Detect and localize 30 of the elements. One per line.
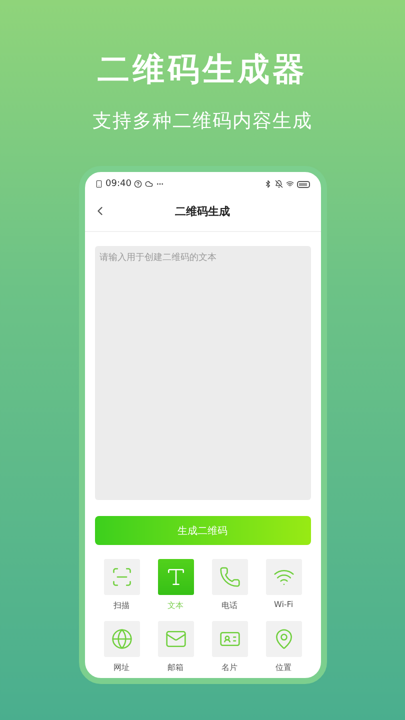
type-option[interactable]: 邮箱 <box>148 621 202 673</box>
type-label: 文本 <box>168 600 184 611</box>
type-label: 名片 <box>222 662 238 673</box>
type-label: 位置 <box>276 662 292 673</box>
battery-icon <box>296 180 310 188</box>
scan-icon <box>110 566 132 588</box>
text-input-field[interactable]: 请输入用于创建二维码的文本 <box>94 246 310 500</box>
phone-icon <box>218 566 240 588</box>
type-option[interactable]: 位置 <box>256 621 310 673</box>
globe-icon <box>110 628 132 650</box>
banner-title: 二维码生成器 <box>98 49 308 90</box>
status-time: 09:40 <box>106 179 132 189</box>
type-label: 网址 <box>114 662 130 673</box>
type-label: 扫描 <box>114 600 130 611</box>
wifi-signal-icon <box>286 180 294 188</box>
type-label: Wi-Fi <box>274 600 294 609</box>
type-option[interactable]: 网址 <box>94 621 148 673</box>
banner-subtitle: 支持多种二维码内容生成 <box>92 109 312 134</box>
phone-status-icon <box>94 180 102 188</box>
bluetooth-icon <box>264 180 272 188</box>
cloud-icon <box>145 180 154 188</box>
type-label: 邮箱 <box>168 662 184 673</box>
mute-icon <box>274 180 282 188</box>
type-option[interactable]: 名片 <box>202 621 256 673</box>
type-option[interactable]: 扫描 <box>94 559 148 611</box>
type-label: 电话 <box>222 600 238 611</box>
nav-title: 二维码生成 <box>174 204 231 218</box>
type-option[interactable]: 电话 <box>202 559 256 611</box>
envelope-icon <box>164 628 186 650</box>
type-option[interactable]: Wi-Fi <box>256 559 310 611</box>
